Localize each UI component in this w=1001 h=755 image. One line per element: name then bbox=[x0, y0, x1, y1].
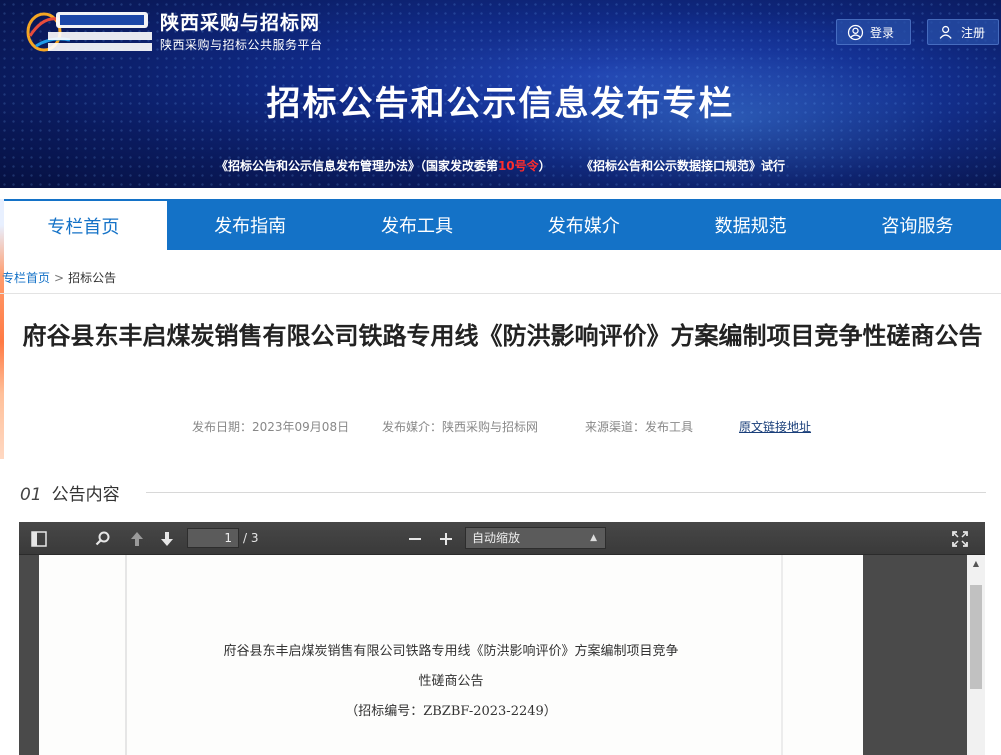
nav-item-data-spec[interactable]: 数据规范 bbox=[667, 199, 834, 250]
doc-title-line-2: 性磋商公告 bbox=[418, 674, 484, 689]
section-number: 01 bbox=[20, 485, 42, 505]
register-button[interactable]: 注册 bbox=[927, 19, 999, 45]
user-add-icon bbox=[939, 25, 952, 39]
login-label: 登录 bbox=[870, 25, 895, 40]
fullscreen-icon[interactable] bbox=[950, 529, 970, 549]
site-logo[interactable] bbox=[22, 6, 152, 54]
pdf-viewer: 1 / 3 自动缩放 ▲ 府谷县东丰启煤炭销售有限公司铁路专用线《防洪影响评价》… bbox=[19, 522, 985, 755]
left-accent-strip bbox=[0, 199, 4, 459]
article-title: 府谷县东丰启煤炭销售有限公司铁路专用线《防洪影响评价》方案编制项目竞争性磋商公告 bbox=[22, 322, 983, 350]
doc-title-line-1: 府谷县东丰启煤炭销售有限公司铁路专用线《防洪影响评价》方案编制项目竞争 bbox=[223, 644, 679, 659]
pdf-page: 府谷县东丰启煤炭销售有限公司铁路专用线《防洪影响评价》方案编制项目竞争 性磋商公… bbox=[39, 555, 863, 755]
section-divider bbox=[146, 492, 986, 493]
page-total: / 3 bbox=[243, 531, 259, 545]
original-link[interactable]: 原文链接地址 bbox=[739, 418, 811, 435]
header-banner: 陕西采购与招标网 陕西采购与招标公共服务平台 登录 注册 招标公告和公示信息发布… bbox=[0, 0, 1001, 188]
publish-source: 来源渠道：发布工具 bbox=[585, 420, 694, 434]
breadcrumb: 专栏首页 > 招标公告 bbox=[2, 269, 116, 286]
zoom-value: 自动缩放 bbox=[472, 531, 521, 545]
main-nav: 专栏首页 发布指南 发布工具 发布媒介 数据规范 咨询服务 bbox=[0, 199, 1001, 250]
previous-page-icon[interactable] bbox=[127, 529, 147, 549]
banner-title: 招标公告和公示信息发布专栏 bbox=[266, 84, 735, 124]
nav-item-guide[interactable]: 发布指南 bbox=[167, 199, 334, 250]
sidebar-toggle-icon[interactable] bbox=[29, 529, 49, 549]
breadcrumb-current: 招标公告 bbox=[68, 271, 117, 285]
scroll-up-icon[interactable]: ▲ bbox=[970, 559, 982, 569]
site-name: 陕西采购与招标网 bbox=[160, 12, 321, 34]
breadcrumb-divider bbox=[0, 293, 1001, 294]
next-page-icon[interactable] bbox=[157, 529, 177, 549]
section-title: 公告内容 bbox=[51, 485, 120, 505]
section-heading: 01 公告内容 bbox=[20, 480, 120, 505]
publish-date: 发布日期：2023年09月08日 bbox=[192, 420, 350, 434]
publish-media: 发布媒介：陕西采购与招标网 bbox=[382, 420, 539, 434]
zoom-in-icon[interactable] bbox=[436, 529, 456, 549]
notice-regulation-link[interactable]: 《招标公告和公示信息发布管理办法》（国家发改委第10号令） bbox=[216, 159, 551, 173]
notice-spec-link[interactable]: 《招标公告和公示数据接口规范》试行 bbox=[581, 159, 785, 173]
banner-notice: 《招标公告和公示信息发布管理办法》（国家发改委第10号令） 《招标公告和公示数据… bbox=[0, 157, 1001, 174]
zoom-out-icon[interactable] bbox=[405, 529, 425, 549]
page-number-input[interactable]: 1 bbox=[187, 528, 239, 548]
breadcrumb-home-link[interactable]: 专栏首页 bbox=[2, 271, 50, 285]
breadcrumb-separator: > bbox=[54, 271, 65, 285]
nav-item-tools[interactable]: 发布工具 bbox=[334, 199, 501, 250]
nav-item-media[interactable]: 发布媒介 bbox=[500, 199, 667, 250]
pdf-scrollbar-thumb[interactable] bbox=[970, 585, 982, 689]
doc-bid-number: （招标编号：ZBZBF-2023-2249） bbox=[345, 704, 557, 719]
login-button[interactable]: 登录 bbox=[836, 19, 911, 45]
zoom-select[interactable]: 自动缩放 ▲ bbox=[465, 527, 606, 549]
nav-item-home[interactable]: 专栏首页 bbox=[0, 199, 167, 250]
register-label: 注册 bbox=[961, 25, 986, 40]
chevron-updown-icon: ▲ bbox=[590, 533, 597, 543]
nav-item-consulting[interactable]: 咨询服务 bbox=[834, 199, 1001, 250]
site-subtitle: 陕西采购与招标公共服务平台 bbox=[160, 38, 323, 52]
user-circle-icon bbox=[847, 24, 864, 40]
pdf-toolbar: 1 / 3 自动缩放 ▲ bbox=[19, 522, 985, 555]
search-icon[interactable] bbox=[93, 529, 113, 549]
